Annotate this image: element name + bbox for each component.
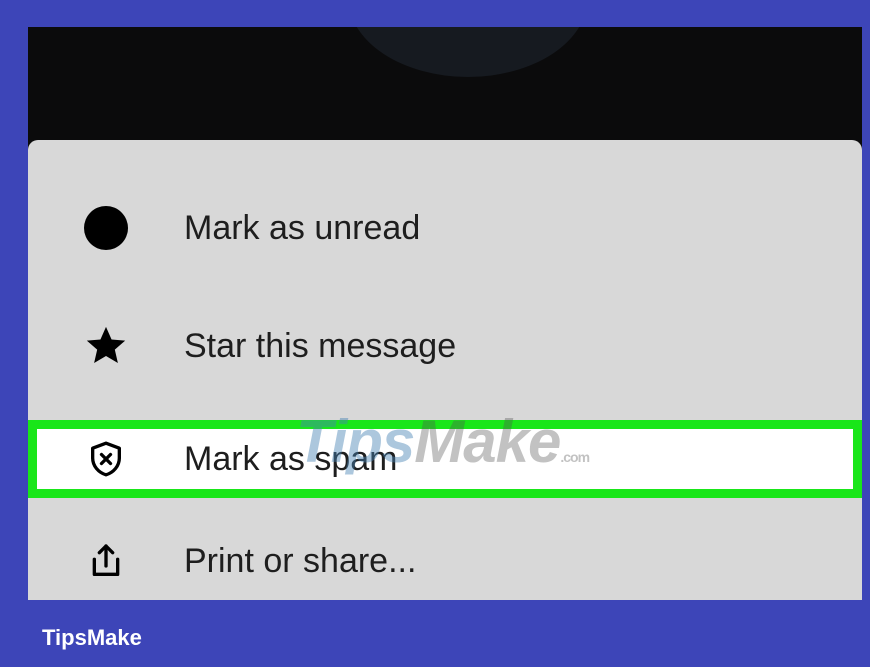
app-screen: Mark as unread Star this message Mark as…: [28, 27, 862, 600]
share-icon: [82, 537, 130, 585]
brand-label: TipsMake: [42, 625, 142, 650]
menu-item-star-message[interactable]: Star this message: [28, 308, 862, 384]
menu-item-label: Print or share...: [184, 541, 417, 580]
action-sheet: Mark as unread Star this message Mark as…: [28, 140, 862, 600]
menu-item-mark-spam[interactable]: Mark as spam: [28, 420, 862, 498]
star-icon: [82, 322, 130, 370]
menu-item-print-share[interactable]: Print or share...: [28, 523, 862, 599]
menu-item-label: Mark as spam: [184, 439, 398, 478]
menu-item-label: Star this message: [184, 326, 457, 365]
avatar: [348, 27, 588, 77]
menu-item-mark-unread[interactable]: Mark as unread: [28, 190, 862, 266]
menu-item-label: Mark as unread: [184, 208, 421, 247]
shield-x-icon: [82, 435, 130, 483]
filled-circle-icon: [82, 204, 130, 252]
